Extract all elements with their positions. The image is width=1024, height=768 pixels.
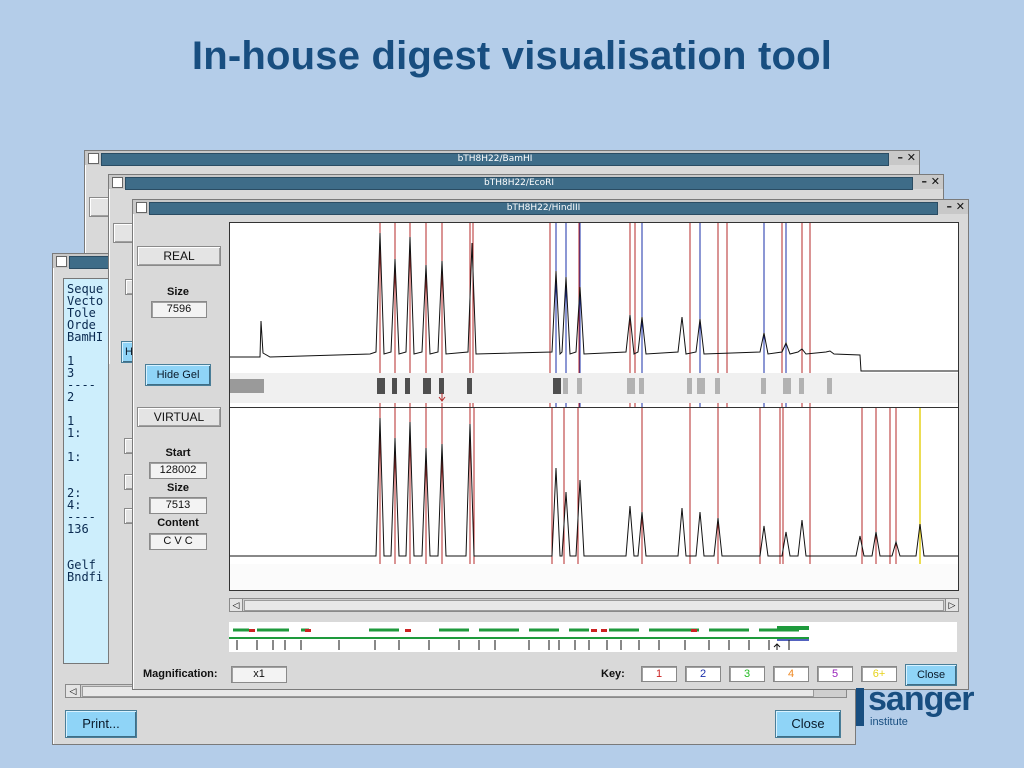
gel-band-mark (687, 378, 692, 394)
bamhi-title: bTH8H22/BamHI (101, 153, 889, 166)
map-red-mark (305, 629, 311, 632)
window-menu-icon[interactable] (88, 153, 99, 164)
ecori-title: bTH8H22/EcoRI (125, 177, 913, 190)
map-red-mark (601, 629, 607, 632)
virtual-trace (230, 417, 958, 557)
close-icon[interactable]: ✕ (907, 151, 916, 165)
map-pointer (773, 643, 781, 650)
gel-band-mark (553, 378, 561, 394)
ecori-titlebar[interactable]: bTH8H22/EcoRI – ✕ (109, 175, 943, 190)
key-box-1[interactable]: 1 (641, 666, 677, 682)
map-red-mark (591, 629, 597, 632)
size-label: Size (166, 286, 189, 298)
virtual-button[interactable]: VIRTUAL (137, 407, 221, 427)
magnification-label: Magnification: (143, 668, 218, 680)
close-icon[interactable]: ✕ (931, 175, 940, 189)
minimize-icon[interactable]: – (947, 200, 953, 214)
gel-band-mark (467, 378, 472, 394)
slide-title: In-house digest visualisation tool (191, 34, 833, 78)
contig-map-svg (229, 626, 809, 650)
scroll-left-arrow[interactable]: ◁ (66, 685, 81, 697)
size-value: 7596 (151, 301, 207, 318)
hindiii-title: bTH8H22/HindIII (149, 202, 938, 215)
window-menu-icon[interactable] (112, 177, 123, 188)
gel-marker (230, 379, 264, 393)
real-digest-plot[interactable] (229, 222, 959, 408)
key-box-2[interactable]: 2 (685, 666, 721, 682)
real-button[interactable]: REAL (137, 246, 221, 266)
gel-band (230, 373, 958, 403)
bamhi-titlebar[interactable]: bTH8H22/BamHI – ✕ (85, 151, 919, 166)
key-label: Key: (601, 668, 625, 680)
key-box-4[interactable]: 4 (773, 666, 809, 682)
hide-gel-button[interactable]: Hide Gel (145, 364, 211, 386)
close-icon[interactable]: ✕ (956, 200, 965, 214)
gel-band-mark (405, 378, 410, 394)
gel-band-mark (639, 378, 644, 394)
map-block (777, 626, 809, 630)
logo-text: sanger (868, 680, 974, 718)
virtual-size-label: Size (166, 482, 189, 494)
real-trace-svg (230, 223, 958, 407)
gel-band-mark (799, 378, 804, 394)
key-box-3[interactable]: 3 (729, 666, 765, 682)
gel-band-mark (697, 378, 705, 394)
virtual-digest-plot[interactable] (229, 408, 959, 591)
window-menu-icon[interactable] (56, 256, 67, 267)
minimize-icon[interactable]: – (898, 151, 904, 165)
content-label: Content (157, 517, 199, 529)
map-red-mark (249, 629, 255, 632)
hindiii-window: bTH8H22/HindIII – ✕ REAL Size 7596 Hide … (132, 199, 969, 690)
gel-band-mark (715, 378, 720, 394)
real-trace (230, 232, 958, 372)
map-red-mark (405, 629, 411, 632)
contig-map[interactable] (229, 622, 957, 652)
hindiii-titlebar[interactable]: bTH8H22/HindIII – ✕ (133, 200, 968, 215)
results-close-button[interactable]: Close (775, 710, 841, 738)
gel-band-mark (439, 378, 444, 394)
logo-sub: institute (870, 716, 908, 728)
content-value: C V C (149, 533, 207, 550)
gel-band-mark (577, 378, 582, 394)
plot-scrollbar[interactable]: ◁ ▷ (229, 598, 959, 612)
start-value: 128002 (149, 462, 207, 479)
gel-band-mark (783, 378, 791, 394)
minimize-icon[interactable]: – (922, 175, 928, 189)
sanger-logo: sanger institute (856, 680, 996, 732)
scroll-right-arrow[interactable]: ▷ (945, 599, 958, 611)
gel-band-mark (827, 378, 832, 394)
virtual-size-value: 7513 (149, 497, 207, 514)
gel-band-mark (377, 378, 385, 394)
window-menu-icon[interactable] (136, 202, 147, 213)
scroll-thumb[interactable] (244, 600, 944, 611)
gel-band-mark (761, 378, 766, 394)
scroll-left-arrow[interactable]: ◁ (230, 599, 243, 611)
virtual-gel-area (230, 564, 958, 590)
start-label: Start (165, 447, 191, 459)
virtual-trace-svg (230, 408, 958, 590)
gel-band-mark (563, 378, 568, 394)
magnification-value[interactable]: x1 (231, 666, 287, 683)
gel-band-mark (392, 378, 397, 394)
gel-band-mark (423, 378, 431, 394)
gel-band-mark (627, 378, 635, 394)
map-red-mark (691, 629, 697, 632)
key-box-5[interactable]: 5 (817, 666, 853, 682)
print-button[interactable]: Print... (65, 710, 137, 738)
